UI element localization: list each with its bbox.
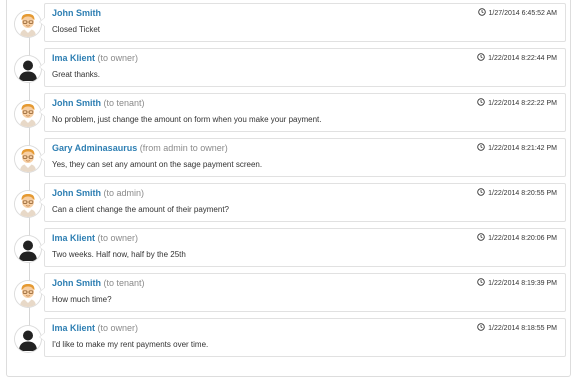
timestamp: 1/22/2014 8:19:39 PM (477, 278, 557, 289)
message-header: Ima Klient (to owner) (52, 52, 138, 64)
timeline-entry: John Smith (to admin) 1/22/2014 8:20:55 P… (0, 183, 579, 229)
author-link[interactable]: Ima Klient (52, 53, 95, 63)
message-header: Gary Adminasaurus (from admin to owner) (52, 142, 228, 154)
message-bubble: John Smith (to admin) 1/22/2014 8:20:55 P… (39, 183, 566, 222)
message-header: John Smith (to tenant) (52, 277, 145, 289)
timeline-entry: Gary Adminasaurus (from admin to owner) 1… (0, 138, 579, 184)
timestamp-text: 1/22/2014 8:22:44 PM (488, 55, 557, 62)
staff-avatar (15, 11, 41, 37)
clock-icon (477, 98, 485, 106)
staff-avatar (15, 191, 41, 217)
recipient-label: (to owner) (97, 53, 139, 63)
recipient-label: (to owner) (97, 323, 139, 333)
message-text: Two weeks. Half now, half by the 25th (52, 250, 186, 259)
recipient-label: (to admin) (103, 188, 145, 198)
timeline-entry: Ima Klient (to owner) 1/22/2014 8:18:55 P… (0, 318, 579, 364)
timestamp: 1/22/2014 8:18:55 PM (477, 323, 557, 334)
recipient-label: (to tenant) (103, 98, 145, 108)
clock-icon (477, 53, 485, 61)
message-bubble: Ima Klient (to owner) 1/22/2014 8:20:06 P… (39, 228, 566, 267)
timestamp: 1/22/2014 8:20:06 PM (477, 233, 557, 244)
message-text: Closed Ticket (52, 25, 101, 34)
recipient-label: (from admin to owner) (139, 143, 228, 153)
message-bubble: John Smith (to tenant) 1/22/2014 8:22:22 … (39, 93, 566, 132)
timestamp-text: 1/22/2014 8:19:39 PM (488, 280, 557, 287)
author-link[interactable]: Gary Adminasaurus (52, 143, 137, 153)
timestamp-text: 1/22/2014 8:18:55 PM (488, 325, 557, 332)
clock-icon (477, 278, 485, 286)
clock-icon (477, 188, 485, 196)
message-header: John Smith (to tenant) (52, 97, 145, 109)
message-text: Great thanks. (52, 70, 101, 79)
timestamp: 1/22/2014 8:20:55 PM (477, 188, 557, 199)
author-link[interactable]: John Smith (52, 188, 101, 198)
message-header: John Smith (52, 7, 101, 19)
timeline-entry: John Smith (to tenant) 1/22/2014 8:19:39 … (0, 273, 579, 319)
timestamp-text: 1/22/2014 8:22:22 PM (488, 100, 557, 107)
staff-avatar (15, 101, 41, 127)
clock-icon (477, 323, 485, 331)
clock-icon (477, 8, 486, 16)
message-bubble: John Smith (to tenant) 1/22/2014 8:19:39 … (39, 273, 566, 312)
timeline-entry: Ima Klient (to owner) 1/22/2014 8:22:44 P… (0, 48, 579, 94)
timestamp-text: 1/22/2014 8:20:06 PM (488, 235, 557, 242)
timestamp: 1/27/2014 6:45:52 AM (477, 8, 558, 19)
timestamp: 1/22/2014 8:22:44 PM (477, 53, 557, 64)
message-text: I'd like to make my rent payments over t… (52, 340, 209, 349)
message-header: Ima Klient (to owner) (52, 232, 138, 244)
message-text: How much time? (52, 295, 112, 304)
recipient-label: (to tenant) (103, 278, 145, 288)
timeline-entry: Ima Klient (to owner) 1/22/2014 8:20:06 P… (0, 228, 579, 274)
client-avatar (15, 326, 41, 352)
message-text: No problem, just change the amount on fo… (52, 115, 322, 124)
message-bubble: Gary Adminasaurus (from admin to owner) 1… (39, 138, 566, 177)
recipient-label: (to owner) (97, 233, 139, 243)
clock-icon (477, 233, 485, 241)
timestamp-text: 1/22/2014 8:20:55 PM (488, 190, 557, 197)
timeline-entry: John Smith 1/27/2014 6:45:52 AM Closed Tic… (0, 3, 579, 49)
timestamp: 1/22/2014 8:22:22 PM (477, 98, 557, 109)
client-avatar (15, 56, 41, 82)
message-text: Can a client change the amount of their … (52, 205, 229, 214)
message-bubble: Ima Klient (to owner) 1/22/2014 8:18:55 P… (39, 318, 566, 357)
message-bubble: Ima Klient (to owner) 1/22/2014 8:22:44 P… (39, 48, 566, 87)
client-avatar (15, 236, 41, 262)
timeline-entry: John Smith (to tenant) 1/22/2014 8:22:22 … (0, 93, 579, 139)
timestamp: 1/22/2014 8:21:42 PM (477, 143, 557, 154)
staff-avatar (15, 281, 41, 307)
staff-avatar (15, 146, 41, 172)
message-header: John Smith (to admin) (52, 187, 144, 199)
author-link[interactable]: John Smith (52, 278, 101, 288)
author-link[interactable]: John Smith (52, 98, 101, 108)
clock-icon (477, 143, 485, 151)
author-link[interactable]: John Smith (52, 8, 101, 18)
timestamp-text: 1/27/2014 6:45:52 AM (488, 10, 558, 17)
author-link[interactable]: Ima Klient (52, 233, 95, 243)
message-text: Yes, they can set any amount on the sage… (52, 160, 263, 169)
message-bubble: John Smith 1/27/2014 6:45:52 AM Closed Tic… (39, 3, 566, 42)
timestamp-text: 1/22/2014 8:21:42 PM (488, 145, 557, 152)
author-link[interactable]: Ima Klient (52, 323, 95, 333)
message-header: Ima Klient (to owner) (52, 322, 138, 334)
